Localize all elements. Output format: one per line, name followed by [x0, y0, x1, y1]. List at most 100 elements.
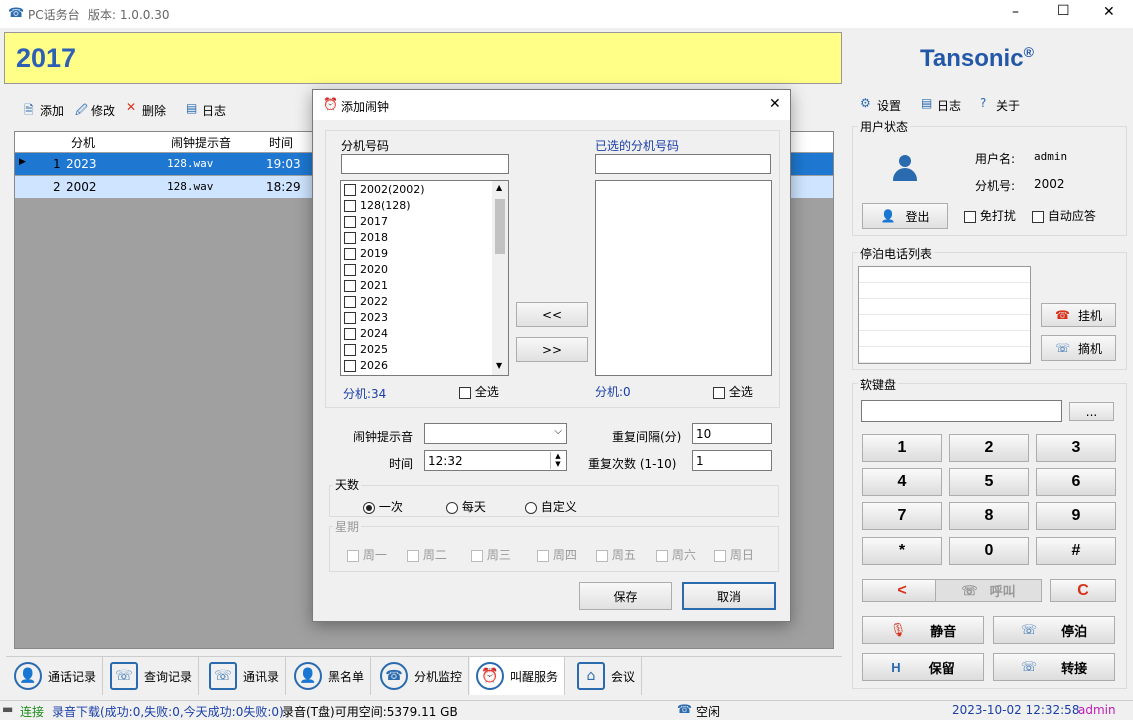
move-right-button[interactable]: >>: [516, 337, 588, 362]
hangup-button[interactable]: ☎ 挂机: [1041, 303, 1116, 327]
selected-list-label: 已选的分机号码: [595, 139, 680, 153]
edit-button[interactable]: 修改: [91, 102, 115, 119]
row-pointer-icon: ▶: [19, 157, 26, 167]
key-2[interactable]: 2: [949, 434, 1029, 462]
key-star[interactable]: *: [862, 537, 942, 565]
maximize-button[interactable]: ☐: [1057, 3, 1070, 19]
list-item[interactable]: 2022: [341, 294, 508, 310]
settings-button[interactable]: 设置: [877, 97, 901, 114]
user-icon: 👤: [880, 209, 896, 223]
scroll-up-icon: ▲: [496, 183, 503, 192]
move-left-button[interactable]: <<: [516, 302, 588, 327]
transfer-button[interactable]: ☏ 转接: [993, 653, 1115, 681]
username-value: admin: [1034, 150, 1068, 163]
clear-button[interactable]: C: [1050, 579, 1116, 602]
tab-conference[interactable]: ⌂ 会议: [571, 657, 643, 695]
sound-select[interactable]: ⌵: [424, 423, 567, 444]
list-item[interactable]: 2024: [341, 326, 508, 342]
key-9[interactable]: 9: [1036, 502, 1116, 530]
select-all-left-checkbox[interactable]: 全选: [459, 383, 499, 400]
download-status: 录音下载(成功:0,失败:0,今天成功:0失败:0): [52, 705, 284, 719]
key-3[interactable]: 3: [1036, 434, 1116, 462]
dialog-close-button[interactable]: ✕: [769, 96, 781, 112]
list-item[interactable]: 2020: [341, 262, 508, 278]
ext-count-right: 分机:0: [595, 385, 631, 399]
park-button[interactable]: ☏ 停泊: [993, 616, 1115, 644]
tab-blacklist[interactable]: 👤 黑名单: [288, 657, 372, 695]
daily-radio[interactable]: 每天: [446, 498, 486, 515]
park-icon: ☏: [1020, 622, 1038, 637]
parked-call-list[interactable]: [858, 266, 1031, 364]
selected-filter-input[interactable]: [595, 154, 771, 174]
about-button[interactable]: 关于: [996, 97, 1020, 114]
key-1[interactable]: 1: [862, 434, 942, 462]
mute-button[interactable]: 🎙 静音: [862, 616, 984, 644]
minimize-button[interactable]: –: [1012, 4, 1019, 20]
key-5[interactable]: 5: [949, 468, 1029, 496]
select-all-right-checkbox[interactable]: 全选: [713, 383, 753, 400]
list-item[interactable]: 2018: [341, 230, 508, 246]
key-8[interactable]: 8: [949, 502, 1029, 530]
phone-icon: ☎: [8, 6, 25, 21]
gear-icon: ⚙: [860, 96, 871, 110]
softkey-label: 软键盘: [858, 376, 899, 393]
pickup-button[interactable]: ☏ 摘机: [1041, 335, 1116, 361]
list-item[interactable]: 2025: [341, 342, 508, 358]
list-item[interactable]: 2002(2002): [341, 182, 508, 198]
auto-answer-checkbox[interactable]: 自动应答: [1032, 207, 1096, 224]
key-0[interactable]: 0: [949, 537, 1029, 565]
right-log-button[interactable]: 日志: [937, 97, 961, 114]
cancel-button[interactable]: 取消: [682, 582, 776, 610]
key-4[interactable]: 4: [862, 468, 942, 496]
key-hash[interactable]: #: [1036, 537, 1116, 565]
blacklist-icon: 👤: [294, 662, 322, 690]
list-item[interactable]: 128(128): [341, 198, 508, 214]
list-item[interactable]: 2023: [341, 310, 508, 326]
dnd-checkbox[interactable]: 免打扰: [964, 207, 1016, 224]
hold-button[interactable]: H 保留: [862, 653, 984, 681]
pickup-icon: ☏: [1054, 341, 1070, 355]
tab-wakeup-service[interactable]: ⏰ 叫醒服务: [470, 657, 566, 695]
ext-count-left: 分机:34: [343, 387, 387, 401]
weekday-checkbox[interactable]: 周四: [537, 546, 577, 563]
delete-button[interactable]: 删除: [142, 102, 166, 119]
dial-input[interactable]: [861, 400, 1062, 422]
log-button[interactable]: 日志: [202, 102, 226, 119]
scrollbar[interactable]: ▲ ▼: [492, 181, 508, 375]
record-icon: ☏: [110, 662, 138, 690]
backspace-button[interactable]: <: [862, 579, 942, 602]
repeat-interval-input[interactable]: 10: [692, 423, 772, 444]
add-button[interactable]: 添加: [40, 102, 64, 119]
save-button[interactable]: 保存: [579, 582, 672, 610]
selected-ext-list[interactable]: [595, 180, 772, 376]
key-7[interactable]: 7: [862, 502, 942, 530]
tab-query-records[interactable]: ☏ 查询记录: [104, 657, 200, 695]
time-spinner[interactable]: ▲ ▼: [550, 452, 565, 469]
list-item[interactable]: 2021: [341, 278, 508, 294]
weekday-checkbox[interactable]: 周日: [714, 546, 754, 563]
list-item[interactable]: 2019: [341, 246, 508, 262]
time-picker[interactable]: 12:32 ▲ ▼: [424, 450, 567, 471]
ext-list[interactable]: 2002(2002) 128(128) 2017 2018 2019 2020 …: [340, 180, 509, 376]
phone-icon: ☎: [677, 702, 692, 716]
weekday-checkbox[interactable]: 周五: [596, 546, 636, 563]
weekday-checkbox[interactable]: 周一: [347, 546, 387, 563]
tab-ext-monitor[interactable]: ☎ 分机监控: [374, 657, 470, 695]
tab-call-records[interactable]: 👤 通话记录: [8, 657, 104, 695]
list-item[interactable]: 2017: [341, 214, 508, 230]
once-radio[interactable]: 一次: [363, 498, 403, 515]
custom-radio[interactable]: 自定义: [525, 498, 577, 515]
weekday-checkbox[interactable]: 周二: [407, 546, 447, 563]
weekday-checkbox[interactable]: 周三: [471, 546, 511, 563]
logout-button[interactable]: 👤 登出: [862, 203, 948, 229]
list-item[interactable]: 2026: [341, 358, 508, 374]
ext-filter-input[interactable]: [341, 154, 509, 174]
key-6[interactable]: 6: [1036, 468, 1116, 496]
call-button[interactable]: ☏ 呼叫: [935, 579, 1042, 602]
status-user: admin: [1078, 703, 1116, 717]
tab-contacts[interactable]: ☏ 通讯录: [203, 657, 287, 695]
weekday-checkbox[interactable]: 周六: [656, 546, 696, 563]
more-button[interactable]: ...: [1069, 402, 1114, 421]
repeat-count-input[interactable]: 1: [692, 450, 772, 471]
close-button[interactable]: ✕: [1103, 4, 1115, 20]
